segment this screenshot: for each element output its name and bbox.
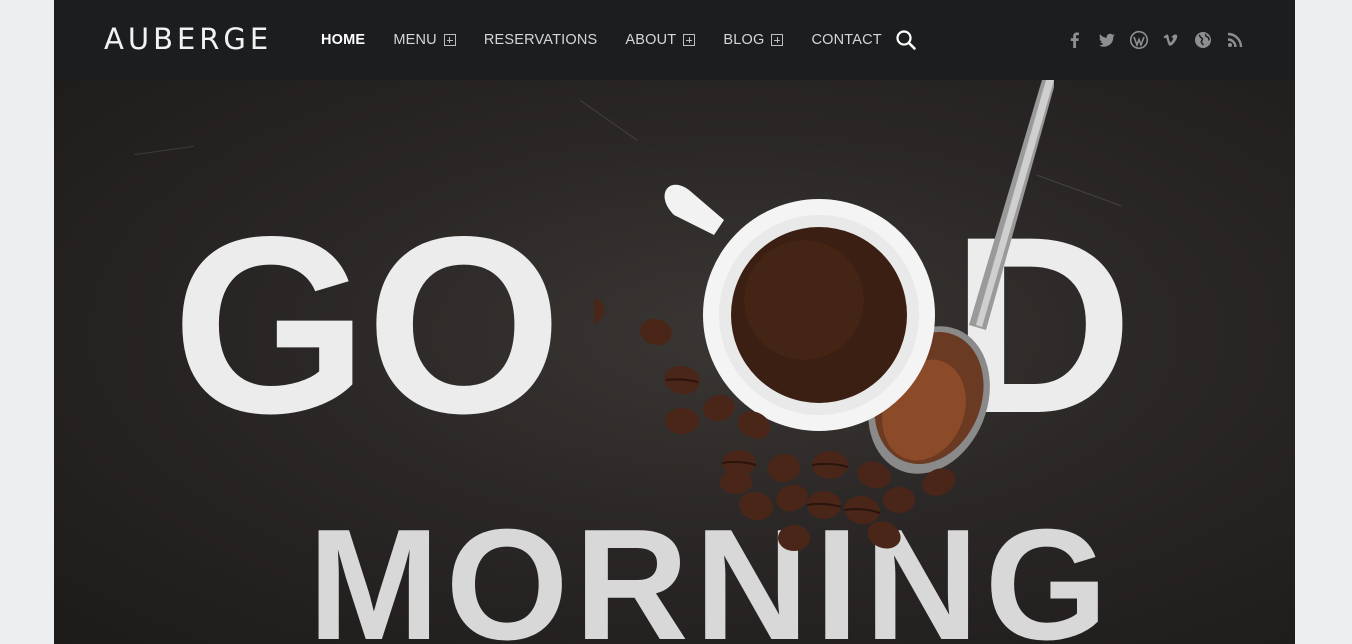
- nav-item-label: MENU: [393, 32, 437, 48]
- expand-plus-icon[interactable]: [443, 34, 456, 46]
- wordpress-icon[interactable]: [1129, 30, 1149, 50]
- social-links: [1053, 30, 1245, 50]
- main-nav: HOME MENU RESERVATIONS ABOUT BLOG CONTAC…: [321, 0, 910, 80]
- texture-scratch: [134, 145, 194, 156]
- coffee-cup-illustration: [594, 80, 1054, 551]
- page: AUBERGE HOME MENU RESERVATIONS ABOUT BLO…: [54, 0, 1295, 644]
- nav-item-reservations[interactable]: RESERVATIONS: [484, 32, 598, 48]
- site-header: AUBERGE HOME MENU RESERVATIONS ABOUT BLO…: [54, 0, 1295, 80]
- nav-item-label: CONTACT: [811, 32, 882, 48]
- nav-item-contact[interactable]: CONTACT: [811, 32, 881, 48]
- search-icon[interactable]: [895, 29, 917, 51]
- globe-icon[interactable]: [1193, 30, 1213, 50]
- expand-plus-icon[interactable]: [771, 34, 784, 46]
- nav-item-label: HOME: [321, 32, 366, 48]
- twitter-icon[interactable]: [1097, 30, 1117, 50]
- nav-item-home[interactable]: HOME: [321, 32, 365, 48]
- nav-item-about[interactable]: ABOUT: [625, 32, 696, 48]
- nav-item-menu[interactable]: MENU: [393, 32, 456, 48]
- hero-heading-go: GO: [172, 185, 562, 466]
- vimeo-icon[interactable]: [1161, 30, 1181, 50]
- nav-item-label: RESERVATIONS: [483, 32, 598, 48]
- hero-banner: GO D MORNING: [54, 80, 1295, 644]
- site-logo[interactable]: AUBERGE: [104, 22, 272, 56]
- nav-item-label: ABOUT: [625, 32, 677, 48]
- expand-plus-icon[interactable]: [683, 34, 696, 46]
- facebook-icon[interactable]: [1065, 30, 1085, 50]
- nav-item-blog[interactable]: BLOG: [723, 32, 784, 48]
- nav-item-label: BLOG: [723, 32, 765, 48]
- rss-icon[interactable]: [1225, 30, 1245, 50]
